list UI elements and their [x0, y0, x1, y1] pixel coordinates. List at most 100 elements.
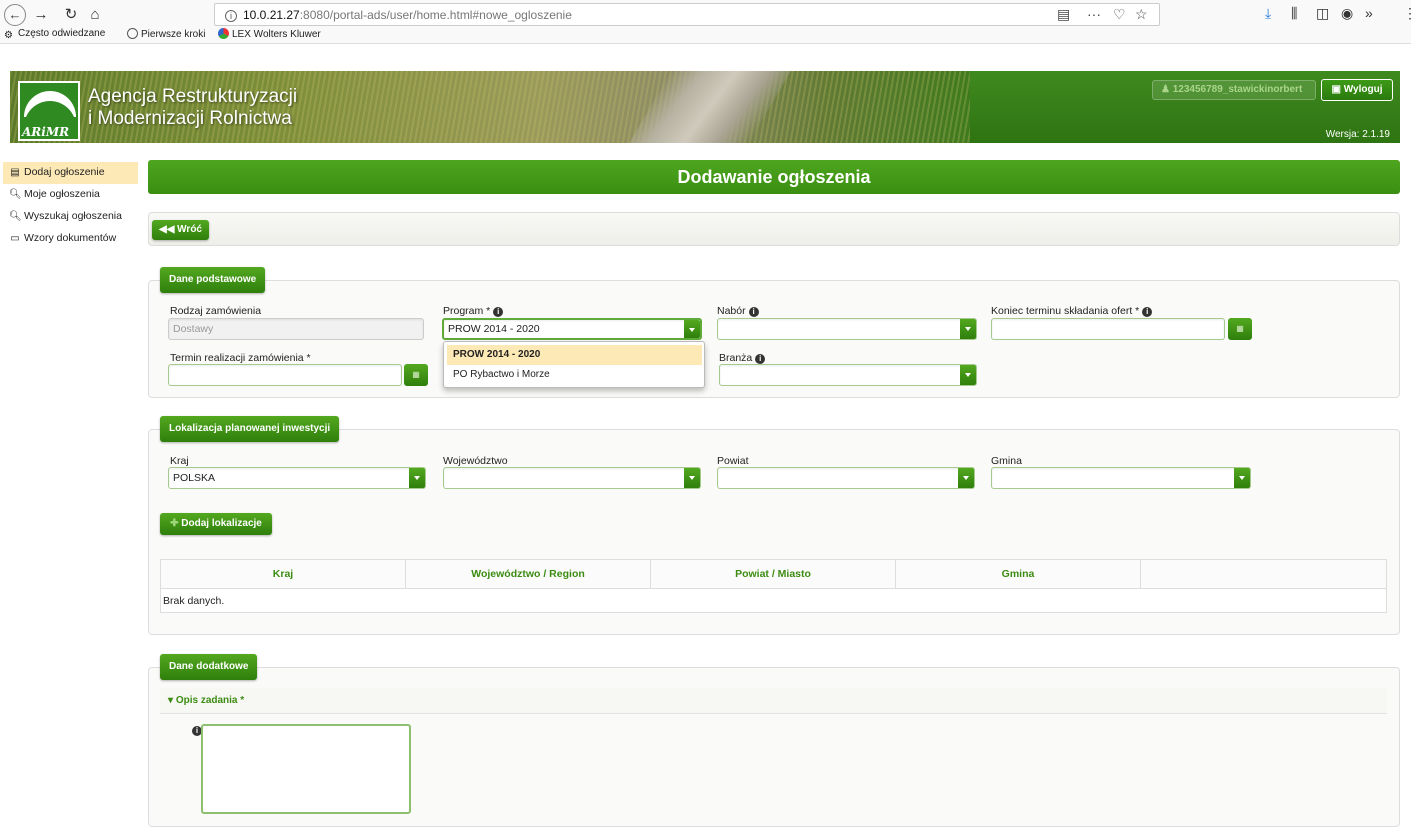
user-name: 123456789_stawickinorbert — [1172, 84, 1303, 95]
program-option[interactable]: PROW 2014 - 2020 — [447, 345, 702, 365]
main-menu-icon[interactable]: ⋮ — [1403, 5, 1411, 22]
program-select-value: PROW 2014 - 2020 — [448, 323, 540, 335]
sidebar-item-search-announcements[interactable]: 🔍︎ Wyszukaj ogłoszenia — [3, 206, 138, 228]
offer-deadline-label-text: Koniec terminu składania ofert * — [991, 305, 1140, 317]
chevron-down-icon[interactable] — [409, 468, 425, 488]
industry-select[interactable] — [719, 364, 977, 386]
bookmark-star-icon[interactable]: ☆ — [1135, 6, 1148, 23]
back-button[interactable]: ◀◀ Wróć — [152, 220, 209, 240]
reader-view-icon[interactable]: ▤ — [1057, 6, 1070, 23]
sidebar-item-document-templates[interactable]: ▭ Wzory dokumentów — [3, 228, 138, 250]
task-description-textarea[interactable] — [201, 724, 411, 814]
table-header-country[interactable]: Kraj — [161, 560, 406, 588]
additional-data-panel: Dane dodatkowe ▾ Opis zadania * i — [148, 654, 1400, 827]
agency-name: Agencja Restrukturyzacji i Modernizacji … — [88, 86, 297, 130]
bookmark-getting-started[interactable]: Pierwsze kroki — [127, 28, 205, 40]
program-label: Program * i — [443, 305, 504, 317]
realization-term-label: Termin realizacji zamówienia * — [170, 352, 311, 364]
sidebar-item-label: Dodaj ogłoszenie — [24, 166, 105, 178]
location-title: Lokalizacja planowanej inwestycji — [160, 416, 340, 442]
additional-data-title: Dane dodatkowe — [160, 654, 258, 680]
downloads-icon[interactable]: ⤓ — [1265, 5, 1271, 22]
task-description-header[interactable]: ▾ Opis zadania * — [160, 688, 1387, 714]
country-select-value: POLSKA — [173, 472, 216, 484]
table-header-region[interactable]: Województwo / Region — [406, 560, 651, 588]
commune-select[interactable] — [991, 467, 1251, 489]
version-label: Wersja: 2.1.19 — [1325, 129, 1390, 140]
info-icon[interactable]: i — [493, 307, 504, 317]
info-icon[interactable]: i — [1142, 307, 1153, 317]
overflow-menu-icon[interactable]: » — [1365, 5, 1373, 21]
bookmarks-toolbar: ⚙ Często odwiedzane Pierwsze kroki LEX Wo… — [0, 26, 1411, 43]
chevron-down-icon[interactable] — [1234, 468, 1250, 488]
program-option[interactable]: PO Rybactwo i Morze — [447, 365, 702, 385]
bookmark-label: LEX Wolters Kluwer — [232, 29, 321, 40]
basic-data-title: Dane podstawowe — [160, 267, 266, 293]
browser-home-button[interactable]: ⌂ — [84, 4, 106, 26]
country-label: Kraj — [170, 455, 189, 467]
voivodeship-select[interactable] — [443, 467, 701, 489]
page-actions-icon[interactable]: ··· — [1087, 6, 1101, 22]
info-icon[interactable]: i — [755, 354, 766, 364]
chevron-down-icon[interactable] — [960, 319, 976, 339]
sidebar-toggle-icon[interactable]: ◫ — [1316, 5, 1329, 22]
calendar-icon[interactable]: ▦ — [1228, 318, 1252, 340]
realization-term-field[interactable] — [168, 364, 402, 386]
browser-toolbar: ← → ↻ ⌂ i 10.0.21.27:8080/portal-ads/user… — [0, 0, 1411, 44]
library-icon[interactable]: ⫼ — [1291, 5, 1297, 22]
url-host: 10.0.21.27 — [243, 8, 300, 22]
voivodeship-label: Województwo — [443, 455, 508, 467]
logo-text: ARiMR — [22, 125, 70, 139]
bookmark-lex[interactable]: LEX Wolters Kluwer — [218, 28, 321, 40]
county-select[interactable] — [717, 467, 975, 489]
chevron-down-icon[interactable] — [958, 468, 974, 488]
caret-down-icon: ▾ — [168, 695, 176, 706]
sidebar-item-my-announcements[interactable]: 🔍︎ Moje ogłoszenia — [3, 184, 138, 206]
bookmark-label: Często odwiedzane — [18, 28, 106, 39]
logout-button[interactable]: ▣ Wyloguj — [1321, 79, 1393, 101]
info-icon[interactable]: i — [748, 307, 759, 317]
plus-icon: ✚ — [170, 518, 182, 529]
sidebar-item-add-announcement[interactable]: ▤ Dodaj ogłoszenie — [3, 162, 138, 184]
add-location-button[interactable]: ✚ Dodaj lokalizacje — [160, 513, 272, 535]
table-header-actions — [1141, 560, 1386, 588]
recruitment-select[interactable] — [717, 318, 977, 340]
table-header-commune[interactable]: Gmina — [896, 560, 1141, 588]
locations-table: Kraj Województwo / Region Powiat / Miast… — [160, 559, 1387, 613]
folder-icon: ▭ — [10, 233, 20, 244]
pocket-icon[interactable]: ♡ — [1113, 6, 1126, 23]
browser-reload-button[interactable]: ↻ — [60, 4, 82, 26]
chevron-down-icon[interactable] — [960, 365, 976, 385]
table-divider — [161, 588, 1386, 589]
offer-deadline-field[interactable] — [991, 318, 1225, 340]
browser-forward-button[interactable]: → — [30, 4, 52, 26]
sidebar-item-label: Moje ogłoszenia — [24, 188, 100, 200]
chevron-down-icon[interactable] — [684, 320, 700, 338]
bookmark-most-visited[interactable]: ⚙ Często odwiedzane — [4, 28, 105, 41]
industry-label: Branża i — [719, 352, 766, 364]
sidebar-item-label: Wzory dokumentów — [24, 232, 117, 244]
address-bar[interactable]: i 10.0.21.27:8080/portal-ads/user/home.ht… — [214, 3, 1160, 26]
site-info-icon[interactable]: i — [225, 10, 237, 22]
chevron-down-icon[interactable] — [684, 468, 700, 488]
task-description-label: Opis zadania * — [175, 695, 245, 706]
back-arrow-icon: ◀◀ — [159, 224, 178, 235]
bookmark-label: Pierwsze kroki — [141, 29, 206, 40]
app-header: ARiMR Agencja Restrukturyzacji i Moderni… — [10, 71, 1400, 143]
no-data-message: Brak danych. — [163, 595, 225, 607]
program-select[interactable]: PROW 2014 - 2020 — [442, 318, 702, 340]
back-label: Wróć — [177, 224, 202, 235]
agency-name-line1: Agencja Restrukturyzacji — [88, 86, 298, 107]
country-select[interactable]: POLSKA — [168, 467, 426, 489]
table-header-city[interactable]: Powiat / Miasto — [651, 560, 896, 588]
program-dropdown-list: PROW 2014 - 2020 PO Rybactwo i Morze — [443, 341, 705, 388]
extension-icon[interactable]: ◉ — [1341, 5, 1353, 22]
document-icon: ▤ — [10, 167, 20, 178]
program-label-text: Program * — [443, 305, 491, 317]
user-badge: ♟ 123456789_stawickinorbert — [1152, 80, 1316, 100]
order-type-label: Rodzaj zamówienia — [170, 305, 262, 317]
globe-icon — [127, 28, 138, 39]
browser-back-button[interactable]: ← — [4, 4, 26, 26]
calendar-icon[interactable]: ▦ — [404, 364, 428, 386]
order-type-field: Dostawy — [168, 318, 424, 340]
